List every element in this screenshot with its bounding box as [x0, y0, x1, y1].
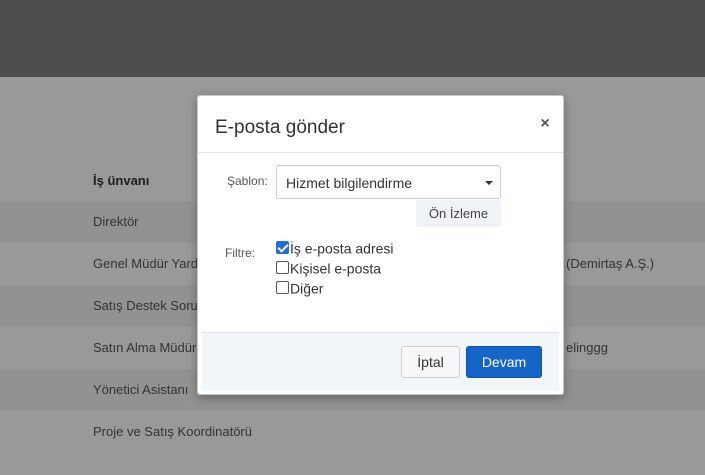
checkbox[interactable] — [276, 280, 289, 294]
filter-option-personal-email[interactable]: Kişisel e-posta — [276, 259, 381, 277]
template-select[interactable]: Hizmet bilgilendirme — [276, 165, 501, 199]
cancel-button[interactable]: İptal — [401, 346, 460, 378]
preview-button[interactable]: Ön İzleme — [416, 200, 501, 227]
caret-down-icon — [485, 181, 493, 185]
filter-option-label: Kişisel e-posta — [290, 260, 382, 277]
send-email-dialog: E-posta gönder × Şablon: Hizmet bilgilen… — [197, 95, 564, 395]
checkbox[interactable] — [276, 240, 289, 254]
filter-option-work-email[interactable]: İş e-posta adresi — [276, 239, 394, 257]
filter-option-label: İş e-posta adresi — [290, 240, 394, 257]
close-icon[interactable]: × — [537, 116, 553, 132]
filter-label: Filtre: — [225, 246, 255, 260]
template-label: Şablon: — [227, 174, 268, 188]
dialog-header: E-posta gönder × — [198, 96, 563, 153]
continue-button[interactable]: Devam — [466, 346, 542, 378]
dialog-title: E-posta gönder — [215, 117, 345, 138]
template-select-value: Hizmet bilgilendirme — [286, 175, 413, 191]
checkbox[interactable] — [276, 260, 289, 274]
filter-option-other[interactable]: Diğer — [276, 279, 323, 297]
filter-option-label: Diğer — [290, 280, 324, 297]
dialog-footer: İptal Devam — [202, 332, 559, 390]
